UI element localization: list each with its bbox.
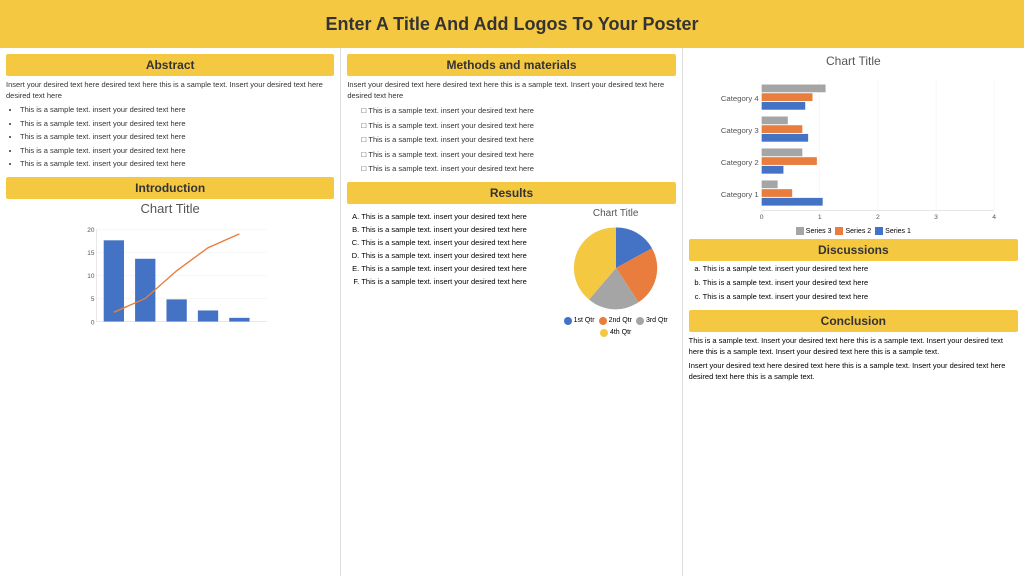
list-item: This is a sample text. insert your desir…	[361, 264, 551, 273]
abstract-intro: Insert your desired text here desired te…	[6, 80, 334, 101]
column-2: Methods and materials Insert your desire…	[341, 48, 682, 576]
svg-text:20: 20	[87, 227, 95, 234]
methods-bullet-list: This is a sample text. insert your desir…	[347, 105, 675, 175]
legend-item-1qtr: 1st Qtr	[564, 317, 595, 325]
results-header: Results	[347, 182, 675, 204]
column-1: Abstract Insert your desired text here d…	[0, 48, 341, 576]
svg-text:15: 15	[87, 250, 95, 257]
methods-header: Methods and materials	[347, 54, 675, 76]
list-item: This is a sample text. insert your desir…	[361, 149, 675, 161]
svg-text:Category 3: Category 3	[720, 126, 758, 135]
main-title: Enter A Title And Add Logos To Your Post…	[0, 0, 1024, 48]
list-item: This is a sample text. insert your desir…	[20, 119, 334, 130]
legend-series2: Series 2	[835, 227, 871, 235]
list-item: This is a sample text. insert your desir…	[361, 251, 551, 260]
svg-text:Category 4: Category 4	[720, 94, 759, 103]
conclusion-para-2: Insert your desired text here desired te…	[689, 361, 1018, 382]
hbar-legend: Series 3 Series 2 Series 1	[689, 227, 1018, 235]
pie-legend: 1st Qtr 2nd Qtr 3rd Qtr 4th Qtr	[556, 317, 676, 337]
introduction-section: Introduction Chart Title 0 5 10 15	[6, 177, 334, 571]
list-item: This is a sample text. insert your desir…	[361, 225, 551, 234]
methods-intro: Insert your desired text here desired te…	[347, 80, 675, 101]
legend-series1: Series 1	[875, 227, 911, 235]
abstract-bullet-list: This is a sample text. insert your desir…	[6, 105, 334, 170]
list-item: This is a sample text. insert your desir…	[361, 120, 675, 132]
svg-text:4: 4	[992, 214, 996, 221]
svg-text:3: 3	[934, 214, 938, 221]
pie-chart	[571, 223, 661, 313]
discussions-list: This is a sample text. insert your desir…	[689, 264, 1018, 301]
list-item: This is a sample text. insert your desir…	[703, 278, 1018, 287]
svg-text:0: 0	[759, 214, 763, 221]
abstract-header: Abstract	[6, 54, 334, 76]
introduction-header: Introduction	[6, 177, 334, 199]
list-item: This is a sample text. insert your desir…	[361, 212, 551, 221]
list-item: This is a sample text. insert your desir…	[20, 159, 334, 170]
abstract-section: Abstract Insert your desired text here d…	[6, 54, 334, 173]
horizontal-bar-chart: Category 4 Category 3 Category 2 Categor…	[689, 70, 1018, 225]
results-chart-title: Chart Title	[593, 208, 639, 219]
legend-item-2qtr: 2nd Qtr	[599, 317, 632, 325]
list-item: This is a sample text. insert your desir…	[703, 264, 1018, 273]
svg-text:5: 5	[91, 296, 95, 303]
results-list: This is a sample text. insert your desir…	[347, 212, 551, 286]
svg-text:Category 1: Category 1	[720, 190, 758, 199]
svg-text:2: 2	[876, 214, 880, 221]
legend-item-3qtr: 3rd Qtr	[636, 317, 668, 325]
conclusion-section: Conclusion This is a sample text. Insert…	[689, 310, 1018, 382]
hbar-chart-section: Chart Title Category 4 Category 3 Catego…	[689, 54, 1018, 235]
list-item: This is a sample text. insert your desir…	[20, 132, 334, 143]
discussions-header: Discussions	[689, 239, 1018, 261]
list-item: This is a sample text. insert your desir…	[361, 163, 675, 175]
svg-text:0: 0	[91, 319, 95, 326]
list-item: This is a sample text. insert your desir…	[361, 238, 551, 247]
intro-chart-title: Chart Title	[6, 201, 334, 216]
list-item: This is a sample text. insert your desir…	[20, 146, 334, 157]
svg-text:1: 1	[818, 214, 822, 221]
column-3: Chart Title Category 4 Category 3 Catego…	[683, 48, 1024, 576]
list-item: This is a sample text. insert your desir…	[703, 292, 1018, 301]
methods-section: Methods and materials Insert your desire…	[347, 54, 675, 178]
hbar-chart-title: Chart Title	[689, 54, 1018, 68]
list-item: This is a sample text. insert your desir…	[361, 277, 551, 286]
list-item: This is a sample text. insert your desir…	[20, 105, 334, 116]
intro-bar-chart: 0 5 10 15 20	[6, 220, 334, 340]
list-item: This is a sample text. insert your desir…	[361, 105, 675, 117]
legend-series3: Series 3	[796, 227, 832, 235]
svg-text:10: 10	[87, 273, 95, 280]
results-section: Results This is a sample text. insert yo…	[347, 182, 675, 571]
legend-item-4qtr: 4th Qtr	[600, 329, 631, 337]
discussions-section: Discussions This is a sample text. inser…	[689, 239, 1018, 306]
conclusion-para-1: This is a sample text. Insert your desir…	[689, 336, 1018, 357]
conclusion-header: Conclusion	[689, 310, 1018, 332]
svg-text:Category 2: Category 2	[720, 158, 758, 167]
list-item: This is a sample text. insert your desir…	[361, 134, 675, 146]
